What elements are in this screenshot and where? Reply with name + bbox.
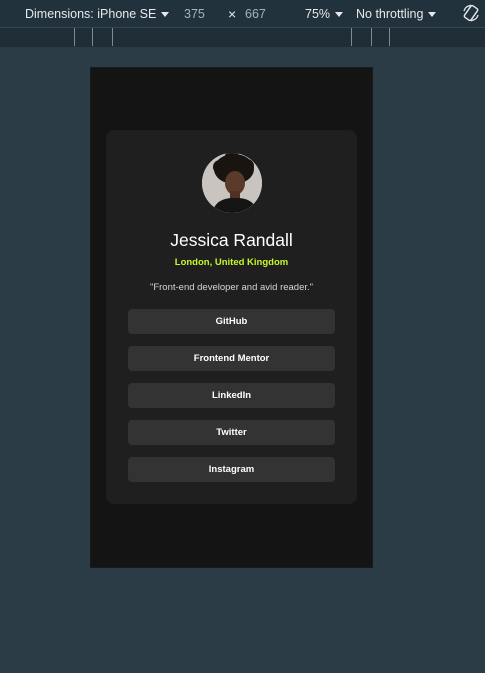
media-query-ruler <box>0 27 485 47</box>
throttling-label: No throttling <box>356 6 424 21</box>
ruler-tick <box>351 28 352 46</box>
profile-location: London, United Kingdom <box>174 257 289 268</box>
profile-card: Jessica Randall London, United Kingdom "… <box>106 130 357 504</box>
profile-name: Jessica Randall <box>170 230 293 250</box>
ruler-tick <box>112 28 113 46</box>
linkedin-link-button[interactable]: LinkedIn <box>128 383 335 408</box>
twitter-link-button[interactable]: Twitter <box>128 420 335 445</box>
height-input[interactable]: 667 <box>245 0 266 27</box>
device-viewport: Jessica Randall London, United Kingdom "… <box>91 68 372 567</box>
chevron-down-icon <box>335 11 344 17</box>
throttling-dropdown[interactable]: No throttling <box>356 0 437 27</box>
dimensions-dropdown[interactable]: Dimensions: iPhone SE <box>25 0 170 27</box>
profile-bio: "Front-end developer and avid reader." <box>149 282 314 293</box>
ruler-tick <box>371 28 372 46</box>
instagram-link-button[interactable]: Instagram <box>128 457 335 482</box>
chevron-down-icon <box>161 11 170 17</box>
device-toolbar: Dimensions: iPhone SE 375 × 667 75% No t… <box>0 0 485 27</box>
chevron-down-icon <box>428 11 437 17</box>
dimensions-label: Dimensions: iPhone SE <box>25 6 157 21</box>
ruler-tick <box>92 28 93 46</box>
github-link-button[interactable]: GitHub <box>128 309 335 334</box>
times-separator: × <box>228 5 237 22</box>
frontend-mentor-link-button[interactable]: Frontend Mentor <box>128 346 335 371</box>
avatar-photo-icon <box>202 153 262 213</box>
social-links: GitHub Frontend Mentor LinkedIn Twitter … <box>128 309 335 494</box>
width-input[interactable]: 375 <box>184 0 205 27</box>
rotate-icon[interactable] <box>461 3 481 23</box>
zoom-label: 75% <box>305 6 331 21</box>
zoom-dropdown[interactable]: 75% <box>305 0 344 27</box>
ruler-tick <box>74 28 75 46</box>
ruler-tick <box>389 28 390 46</box>
avatar <box>202 153 262 213</box>
